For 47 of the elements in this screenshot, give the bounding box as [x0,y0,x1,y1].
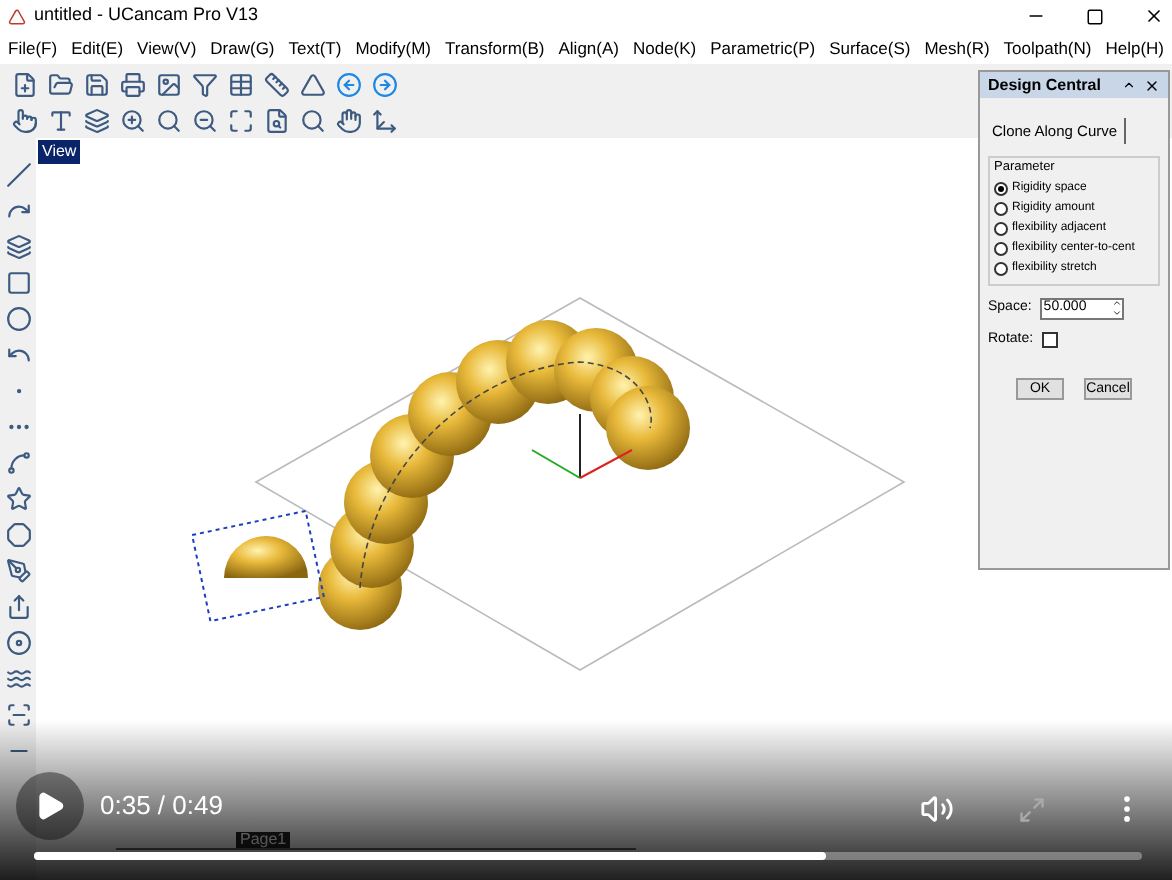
menu-item[interactable]: Edit(E) [71,35,124,61]
radio-button[interactable] [994,261,1008,276]
play-icon[interactable] [34,790,66,822]
maximize-icon[interactable] [1086,7,1104,25]
collapse-icon[interactable] [1122,78,1136,92]
circle-icon[interactable] [1,302,35,336]
volume-icon[interactable] [920,792,954,826]
menu-item[interactable]: Modify(M) [355,35,431,61]
window-title: untitled - UCancam Pro V13 [34,2,259,29]
menu-item[interactable]: Help(H) [1105,35,1165,61]
play-button[interactable] [16,772,84,840]
progress-track[interactable] [34,852,1142,860]
layers-icon[interactable] [80,103,114,137]
rotate-checkbox[interactable] [1041,332,1058,348]
close-icon[interactable] [1144,6,1164,26]
ruler-icon[interactable] [260,67,294,101]
menu-item[interactable]: Toolpath(N) [1003,35,1092,61]
pointer-icon[interactable] [8,103,42,137]
menu-item[interactable]: Text(T) [288,35,342,61]
radio-button[interactable] [994,241,1008,256]
radio-button[interactable] [994,181,1008,196]
panel-title: Design Central [988,73,1101,97]
video-time: 0:35 / 0:49 [100,788,223,825]
selection-box [190,509,326,623]
menu-item[interactable]: Surface(S) [829,35,911,61]
polygon-icon[interactable] [1,518,35,552]
spinner-icon[interactable] [1111,298,1122,319]
pen-icon[interactable] [1,554,35,588]
menu-item[interactable]: Align(A) [558,35,619,61]
printer-icon[interactable] [116,67,150,101]
close-icon[interactable] [1144,77,1160,93]
menu-item[interactable]: View(V) [137,35,197,61]
menu-item[interactable]: Parametric(P) [710,35,816,61]
star-icon[interactable] [1,482,35,516]
menu-item[interactable]: File(F) [8,35,58,61]
hand-icon[interactable] [332,103,366,137]
menu-item[interactable]: Transform(B) [445,35,545,61]
app-logo-icon [8,7,26,25]
menu-item[interactable]: Node(K) [632,35,697,61]
line-icon[interactable] [1,158,35,192]
view-label: View [38,140,81,164]
radio-button[interactable] [994,201,1008,216]
menu-item[interactable]: Mesh(R) [924,35,990,61]
menu-item[interactable]: Draw(G) [210,35,275,61]
axes-drawing [531,413,633,479]
radio-button[interactable] [994,221,1008,236]
layers-icon[interactable] [1,230,35,264]
